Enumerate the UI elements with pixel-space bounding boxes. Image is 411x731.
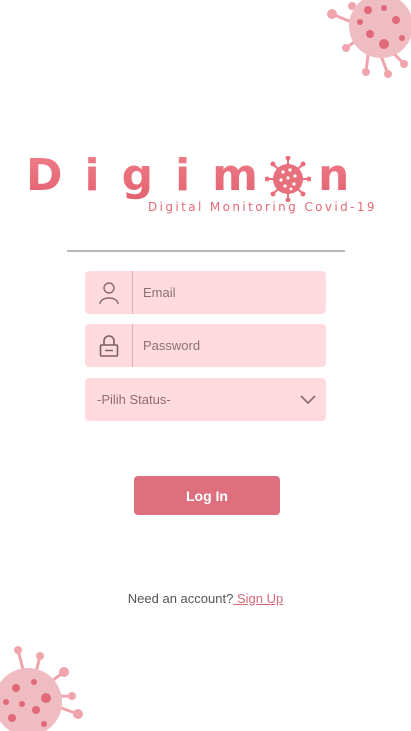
password-field[interactable]: Password — [85, 324, 326, 367]
signup-link[interactable]: Sign Up — [233, 591, 283, 606]
brand-wordmark-start: Digim — [26, 150, 281, 201]
signup-prompt: Need an account? Sign Up — [0, 591, 411, 606]
virus-decoration-top — [327, 0, 411, 78]
divider — [67, 250, 345, 252]
login-button[interactable]: Log In — [134, 476, 280, 515]
password-placeholder: Password — [143, 338, 201, 353]
email-placeholder: Email — [143, 285, 176, 300]
status-select[interactable]: -Pilih Status- — [85, 378, 326, 421]
virus-o-icon — [265, 156, 311, 202]
email-icon-box — [85, 271, 133, 314]
brand-wordmark: Digim — [26, 150, 280, 202]
chevron-down-icon — [300, 394, 316, 404]
password-icon-box — [85, 324, 133, 367]
signup-prompt-text: Need an account? — [127, 591, 234, 606]
status-placeholder: -Pilih Status- — [97, 392, 171, 407]
lock-icon — [99, 334, 118, 357]
brand-tagline: Digital Monitoring Covid-19 — [148, 200, 377, 214]
brand-wordmark-end: n — [318, 150, 372, 201]
email-field[interactable]: Email — [85, 271, 326, 314]
brand-logo: Digim n Digital Monitoring Covid-19 — [26, 148, 396, 218]
person-icon — [98, 281, 119, 304]
virus-decoration-bottom — [0, 646, 83, 731]
